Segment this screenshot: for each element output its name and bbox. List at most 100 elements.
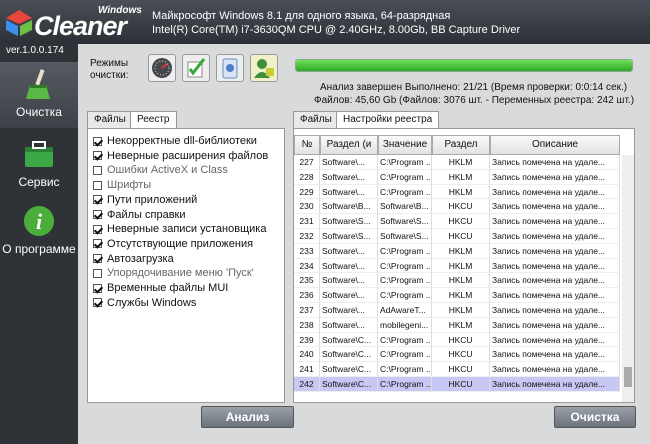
tab-results-files[interactable]: Файлы	[293, 111, 339, 128]
registry-option-checkbox[interactable]: Упорядочивание меню 'Пуск'	[93, 266, 254, 280]
checkbox[interactable]	[93, 210, 102, 219]
registry-option-checkbox[interactable]: Неверные расширения файлов	[93, 149, 268, 163]
checkbox[interactable]	[93, 180, 102, 190]
mode-registry-button[interactable]	[216, 54, 244, 82]
table-cell: C:\Program ...	[378, 376, 432, 392]
table-cell: HKLM	[432, 288, 490, 303]
table-cell: Запись помечена на удале...	[490, 214, 620, 229]
tab-registry-settings[interactable]: Настройки реестра	[336, 111, 440, 128]
mode-user-button[interactable]	[250, 54, 278, 82]
table-row[interactable]: 236 Software\... C:\Program ... HKLM Запись …	[294, 288, 620, 303]
registry-option-checkbox[interactable]: Ошибки ActiveX и Class	[93, 163, 228, 177]
table-cell: Software\...	[320, 169, 378, 185]
tab-registry[interactable]: Реестр	[130, 111, 177, 128]
table-row[interactable]: 237 Software\... AdAwareT... HKLM Запись пом…	[294, 302, 620, 318]
version-label: ver.1.0.0.174	[6, 45, 64, 56]
tab-files[interactable]: Файлы	[87, 111, 133, 128]
table-cell: C:\Program ...	[378, 273, 432, 289]
registry-option-checkbox[interactable]: Временные файлы MUI	[93, 281, 228, 295]
table-cell: HKLM	[432, 302, 490, 318]
registry-option-label: Службы Windows	[107, 296, 197, 309]
sidebar-item-service[interactable]: Сервис	[0, 132, 78, 198]
registry-icon	[222, 58, 238, 79]
table-cell: Software\B...	[320, 199, 378, 215]
checkbox[interactable]	[93, 239, 102, 249]
table-row[interactable]: 235 Software\... C:\Program ... HKLM Запись …	[294, 273, 620, 289]
checkbox[interactable]	[93, 298, 102, 308]
table-cell: Запись помечена на удале...	[490, 273, 620, 289]
table-row[interactable]: 240 Software\C... C:\Program ... HKCU Запись…	[294, 347, 620, 363]
table-cell: 242	[294, 376, 320, 392]
table-row[interactable]: 233 Software\... C:\Program ... HKLM Запись …	[294, 243, 620, 259]
status-line-1: Анализ завершен Выполнено: 21/21 (Время …	[320, 82, 628, 93]
table-cell: C:\Program ...	[378, 332, 432, 348]
title-bar: Windows Cleaner Майкрософт Windows 8.1 д…	[0, 0, 650, 44]
column-header[interactable]: Описание	[490, 135, 620, 155]
table-cell: Запись помечена на удале...	[490, 317, 620, 333]
table-cell: mobilegeni...	[378, 317, 432, 333]
table-cell: Software\...	[320, 317, 378, 333]
progress-fill	[296, 60, 632, 71]
table-row[interactable]: 241 Software\C... C:\Program ... HKCU Запись…	[294, 362, 620, 377]
table-cell: Software\C...	[320, 376, 378, 392]
table-cell: HKLM	[432, 243, 490, 259]
table-cell: C:\Program ...	[378, 155, 432, 170]
checkbox[interactable]	[93, 283, 102, 293]
table-cell: Software\S...	[320, 228, 378, 244]
registry-option-checkbox[interactable]: Автозагрузка	[93, 252, 174, 266]
mode-checklist-button[interactable]	[182, 54, 210, 82]
analyze-button[interactable]: Анализ	[201, 406, 294, 428]
checkbox[interactable]	[93, 254, 102, 264]
vertical-scrollbar[interactable]	[622, 155, 634, 402]
table-header: № Раздел (и Значение Раздел Описание	[294, 135, 620, 155]
modes-label: Режимы очистки:	[90, 58, 128, 82]
table-cell: Запись помечена на удале...	[490, 302, 620, 318]
table-cell: HKLM	[432, 184, 490, 200]
table-row[interactable]: 227 Software\... C:\Program ... HKLM Запись …	[294, 155, 620, 170]
table-row[interactable]: 238 Software\... mobilegeni... HKLM Запись п…	[294, 317, 620, 333]
sidebar-item-cleaning[interactable]: Очистка	[0, 62, 78, 128]
checkbox[interactable]	[93, 151, 102, 161]
registry-option-checkbox[interactable]: Неверные записи установщика	[93, 222, 266, 236]
table-row[interactable]: 231 Software\S... Software\S... HKCU Запись …	[294, 214, 620, 229]
table-row[interactable]: 234 Software\... C:\Program ... HKLM Запись …	[294, 258, 620, 274]
registry-option-label: Неверные расширения файлов	[107, 149, 269, 162]
mode-gauge-button[interactable]	[148, 54, 176, 82]
table-row[interactable]: 230 Software\B... Software\B... HKCU Запись …	[294, 199, 620, 215]
table-cell: Запись помечена на удале...	[490, 199, 620, 215]
registry-option-label: Временные файлы MUI	[107, 282, 229, 294]
info-icon: i	[21, 203, 57, 239]
table-row[interactable]: 242 Software\C... C:\Program ... HKCU Запись…	[294, 376, 620, 392]
checkbox[interactable]	[93, 195, 102, 205]
table-row[interactable]: 228 Software\... C:\Program ... HKLM Запись …	[294, 169, 620, 185]
column-header[interactable]: Раздел (и	[320, 135, 378, 155]
column-header[interactable]: Значение	[378, 135, 432, 155]
column-header[interactable]: Раздел	[432, 135, 490, 155]
checkbox[interactable]	[93, 165, 102, 175]
registry-option-checkbox[interactable]: Отсутствующие приложения	[93, 237, 253, 251]
registry-options-list: Некорректные dll-библиотеки Неверные расш…	[87, 128, 285, 403]
registry-option-label: Ошибки ActiveX и Class	[107, 164, 228, 177]
registry-option-checkbox[interactable]: Некорректные dll-библиотеки	[93, 134, 257, 148]
table-row[interactable]: 229 Software\... C:\Program ... HKLM Запись …	[294, 184, 620, 200]
sidebar-item-about[interactable]: i О программе	[0, 199, 78, 265]
table-cell: Software\...	[320, 288, 378, 303]
table-row[interactable]: 239 Software\C... C:\Program ... HKCU Запись…	[294, 332, 620, 348]
clean-button[interactable]: Очистка	[554, 406, 636, 428]
table-cell: HKCU	[432, 347, 490, 363]
checkbox[interactable]	[93, 224, 102, 234]
scrollbar-thumb[interactable]	[624, 367, 632, 387]
table-cell: HKCU	[432, 199, 490, 215]
table-cell: C:\Program ...	[378, 258, 432, 274]
column-header[interactable]: №	[294, 135, 320, 155]
checkbox[interactable]	[93, 268, 102, 278]
table-cell: Software\...	[320, 243, 378, 259]
registry-option-checkbox[interactable]: Пути приложений	[93, 193, 197, 207]
table-cell: C:\Program ...	[378, 243, 432, 259]
table-row[interactable]: 232 Software\S... Software\S... HKCU Запись …	[294, 228, 620, 244]
checkbox[interactable]	[93, 136, 102, 146]
registry-option-checkbox[interactable]: Шрифты	[93, 178, 151, 192]
table-cell: Software\C...	[320, 347, 378, 363]
registry-option-checkbox[interactable]: Файлы справки	[93, 208, 186, 222]
registry-option-checkbox[interactable]: Службы Windows	[93, 296, 196, 310]
